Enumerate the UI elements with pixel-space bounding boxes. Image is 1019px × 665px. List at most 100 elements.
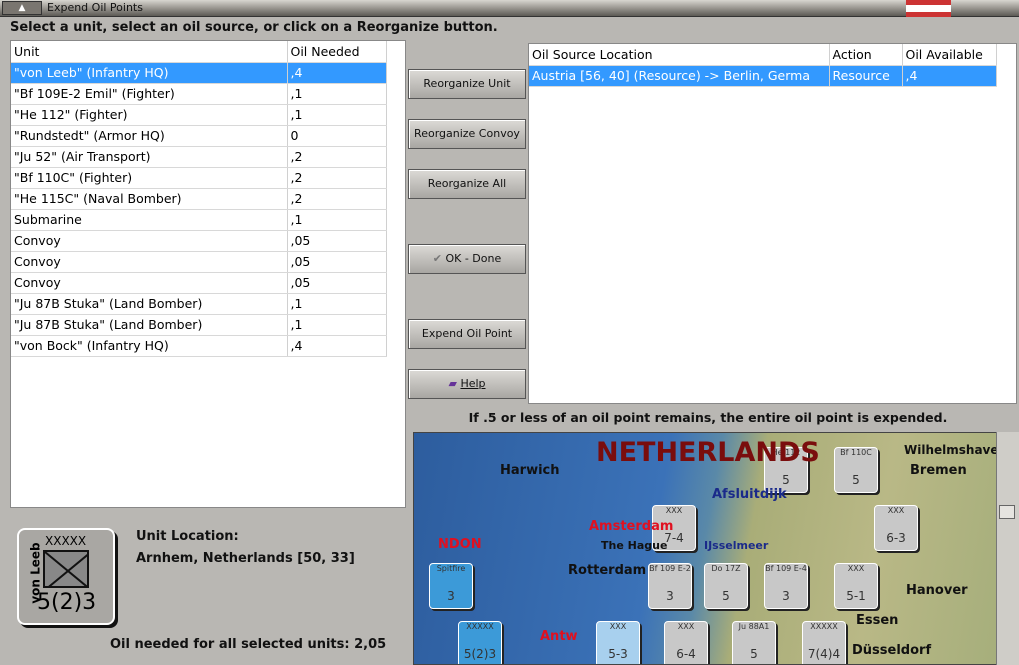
counter-name: Bf 109 E-2 bbox=[649, 564, 691, 573]
counter-name: Bf 109 E-4 bbox=[765, 564, 807, 573]
counter-value: 3 bbox=[447, 589, 455, 603]
unit-row[interactable]: Convoy ,05 bbox=[11, 251, 387, 273]
oil-available-cell: ,4 bbox=[902, 65, 997, 87]
map-unit-counter[interactable]: Spitfire 3 bbox=[429, 563, 473, 609]
oil-needed-cell: ,4 bbox=[287, 62, 387, 84]
unit-size: XXXXX bbox=[45, 534, 87, 548]
map-unit-counter[interactable]: Do 17Z 5 bbox=[704, 563, 748, 609]
check-icon: ✔ bbox=[432, 252, 446, 265]
map-unit-counter[interactable]: Bf 109 E-4 3 bbox=[764, 563, 808, 609]
oil-needed-cell: ,4 bbox=[287, 335, 387, 357]
oil-needed-cell: ,1 bbox=[287, 83, 387, 105]
counter-value: 5 bbox=[750, 647, 758, 661]
action-cell: Resource bbox=[829, 65, 903, 87]
map-label: Rotterdam bbox=[568, 563, 647, 578]
counter-value: 5-3 bbox=[608, 647, 628, 661]
scrollbar-thumb[interactable] bbox=[999, 505, 1015, 519]
counter-value: 5 bbox=[852, 473, 860, 487]
counter-name: XXX bbox=[665, 506, 683, 515]
unit-row[interactable]: "Ju 87B Stuka" (Land Bomber) ,1 bbox=[11, 314, 387, 336]
oil-source-row[interactable]: Austria [56, 40] (Resource) -> Berlin, G… bbox=[529, 65, 997, 87]
map-label: IJsselmeer bbox=[704, 539, 769, 552]
counter-value: 5 bbox=[722, 589, 730, 603]
oil-needed-cell: ,1 bbox=[287, 104, 387, 126]
unit-row[interactable]: "Bf 109E-2 Emil" (Fighter) ,1 bbox=[11, 83, 387, 105]
column-header-unit[interactable]: Unit bbox=[11, 41, 288, 63]
unit-row[interactable]: "Ju 52" (Air Transport) ,2 bbox=[11, 146, 387, 168]
unit-row[interactable]: Convoy ,05 bbox=[11, 272, 387, 294]
map-view[interactable]: He 112 5 Bf 110C 5 XXX 7-4 XXX 6-3 Spitfire 3 Bf 1… bbox=[413, 432, 1019, 665]
unit-row[interactable]: "von Leeb" (Infantry HQ) ,4 bbox=[11, 62, 387, 84]
map-label: Düsseldorf bbox=[852, 643, 932, 658]
map-label: Amsterdam bbox=[589, 519, 674, 534]
map-label: Antw bbox=[540, 629, 578, 644]
oil-needed-cell: ,05 bbox=[287, 230, 387, 252]
column-header-oil-available[interactable]: Oil Available bbox=[902, 44, 997, 66]
map-label: Bremen bbox=[910, 463, 967, 478]
map-unit-counter[interactable]: XXXXX 7(4)4 bbox=[802, 621, 846, 664]
counter-value: 3 bbox=[782, 589, 790, 603]
counter-name: XXXXX bbox=[810, 622, 838, 631]
counter-name: Spitfire bbox=[436, 564, 466, 573]
unit-row[interactable]: "Ju 87B Stuka" (Land Bomber) ,1 bbox=[11, 293, 387, 315]
column-header-action[interactable]: Action bbox=[829, 44, 903, 66]
selected-unit-counter: XXXXX von Leeb 5(2)3 bbox=[17, 528, 115, 625]
unit-row[interactable]: "He 115C" (Naval Bomber) ,2 bbox=[11, 188, 387, 210]
counter-value: 5(2)3 bbox=[463, 647, 497, 661]
map-label: The Hague bbox=[601, 539, 668, 552]
map-unit-counter[interactable]: XXXXX 5(2)3 bbox=[458, 621, 502, 664]
map-unit-counter[interactable]: Bf 110C 5 bbox=[834, 447, 878, 493]
counter-value: 7(4)4 bbox=[807, 647, 841, 661]
unit-name-cell: Convoy bbox=[11, 230, 288, 252]
counter-name: XXX bbox=[847, 564, 865, 573]
ok-done-button[interactable]: ✔ OK - Done bbox=[408, 244, 526, 274]
counter-name: XXXXX bbox=[466, 622, 494, 631]
map-unit-counter[interactable]: XXX 5-1 bbox=[834, 563, 878, 609]
unit-list[interactable]: Unit Oil Needed "von Leeb" (Infantry HQ),… bbox=[10, 40, 406, 508]
counter-name: XXX bbox=[609, 622, 627, 631]
counter-name: XXX bbox=[887, 506, 905, 515]
oil-needed-cell: ,2 bbox=[287, 167, 387, 189]
unit-row[interactable]: "von Bock" (Infantry HQ) ,4 bbox=[11, 335, 387, 357]
unit-row[interactable]: Submarine ,1 bbox=[11, 209, 387, 231]
unit-location-value: Arnhem, Netherlands [50, 33] bbox=[136, 551, 355, 566]
unit-name-cell: "He 112" (Fighter) bbox=[11, 104, 288, 126]
window-title: Expend Oil Points bbox=[47, 1, 143, 14]
unit-location-label: Unit Location: bbox=[136, 529, 239, 544]
counter-value: 6-4 bbox=[676, 647, 696, 661]
map-unit-counter[interactable]: XXX 6-3 bbox=[874, 505, 918, 551]
oil-source-list[interactable]: Oil Source Location Action Oil Available A… bbox=[528, 43, 1017, 404]
unit-row[interactable]: "Rundstedt" (Armor HQ) 0 bbox=[11, 125, 387, 147]
reorganize-all-button[interactable]: Reorganize All bbox=[408, 169, 526, 199]
expend-oil-point-button[interactable]: Expend Oil Point bbox=[408, 319, 526, 349]
unit-name-cell: "von Bock" (Infantry HQ) bbox=[11, 335, 288, 357]
reorganize-convoy-button[interactable]: Reorganize Convoy bbox=[408, 119, 526, 149]
oil-needed-cell: ,1 bbox=[287, 314, 387, 336]
oil-source-cell: Austria [56, 40] (Resource) -> Berlin, G… bbox=[529, 65, 830, 87]
map-unit-counter[interactable]: Ju 88A1 5 bbox=[732, 621, 776, 664]
map-unit-counter[interactable]: Bf 109 E-2 3 bbox=[648, 563, 692, 609]
unit-row[interactable]: "He 112" (Fighter) ,1 bbox=[11, 104, 387, 126]
map-label: Essen bbox=[856, 613, 899, 628]
column-header-oil-source[interactable]: Oil Source Location bbox=[529, 44, 830, 66]
oil-needed-cell: ,05 bbox=[287, 272, 387, 294]
column-header-oil-needed[interactable]: Oil Needed bbox=[287, 41, 387, 63]
unit-row[interactable]: "Bf 110C" (Fighter) ,2 bbox=[11, 167, 387, 189]
system-menu-button[interactable]: ▲ bbox=[2, 1, 42, 15]
book-icon: ▰ bbox=[448, 377, 461, 390]
map-unit-counter[interactable]: XXX 6-4 bbox=[664, 621, 708, 664]
unit-name-cell: "Ju 52" (Air Transport) bbox=[11, 146, 288, 168]
map-scrollbar[interactable] bbox=[996, 432, 1019, 665]
map-label: Afsluitdijk bbox=[712, 487, 787, 502]
oil-needed-cell: ,05 bbox=[287, 251, 387, 273]
unit-row[interactable]: Convoy ,05 bbox=[11, 230, 387, 252]
reorganize-unit-button[interactable]: Reorganize Unit bbox=[408, 69, 526, 99]
unit-name-cell: "He 115C" (Naval Bomber) bbox=[11, 188, 288, 210]
help-label: Help bbox=[460, 377, 486, 390]
map-unit-counter[interactable]: XXX 5-3 bbox=[596, 621, 640, 664]
oil-needed-cell: ,1 bbox=[287, 209, 387, 231]
counter-name: Bf 110C bbox=[840, 448, 872, 457]
unit-name-cell: Submarine bbox=[11, 209, 288, 231]
help-button[interactable]: ▰ Help bbox=[408, 369, 526, 399]
instruction-text: Select a unit, select an oil source, or … bbox=[10, 20, 498, 35]
